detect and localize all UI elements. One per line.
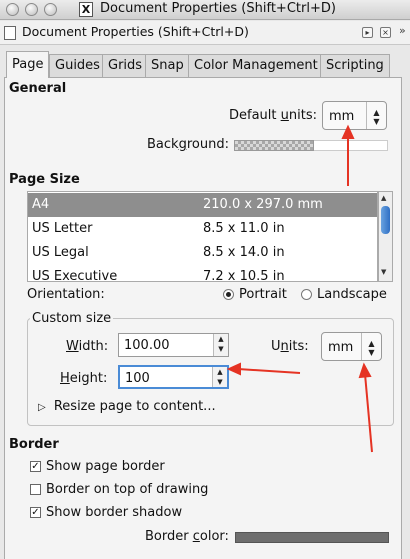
arrow-head [358,362,372,379]
arrow-head [226,362,241,376]
arrow-units [364,373,373,453]
annotation-arrows [226,124,373,453]
tab-page[interactable]: Page [6,51,50,78]
arrow-height [237,368,301,374]
arrow-head [341,124,355,139]
